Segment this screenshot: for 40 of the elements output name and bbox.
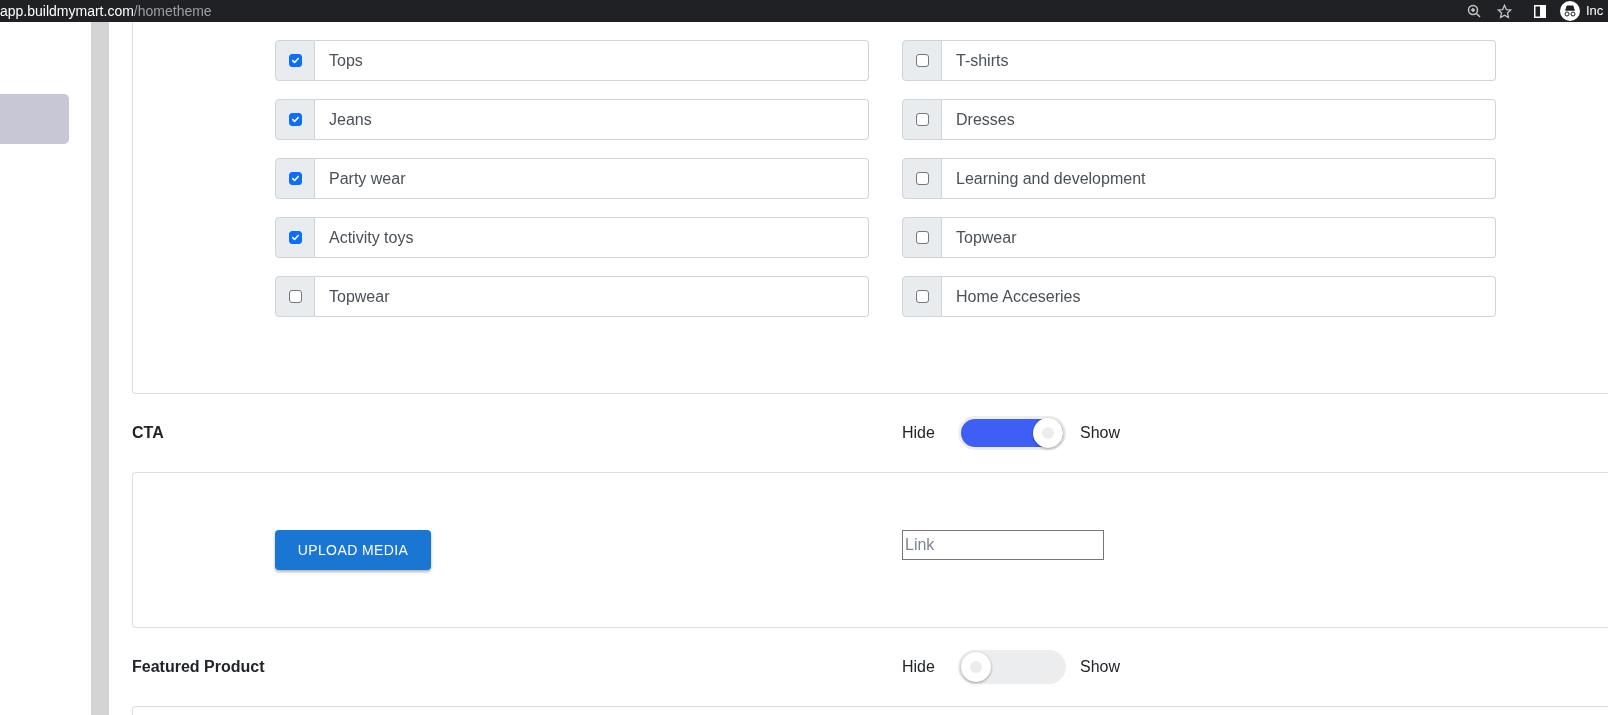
section-title: Featured Product [132,657,266,677]
category-field[interactable]: Jeans [315,99,869,140]
profile-label[interactable]: Inc [1586,1,1608,21]
zoom-icon[interactable] [1467,4,1481,18]
category-field[interactable]: Party wear [315,158,869,199]
toggle-switch[interactable] [958,416,1066,450]
link-field[interactable]: Link [902,530,1104,560]
checkbox[interactable] [288,290,302,303]
category-field[interactable]: Topwear [315,276,869,317]
check-icon [290,115,300,124]
incognito-avatar-icon[interactable] [1560,1,1580,21]
check-icon [290,174,300,183]
checkbox[interactable] [915,290,929,303]
checkbox[interactable] [915,172,929,185]
checkbox[interactable] [288,54,302,67]
side-panel-icon[interactable] [1534,4,1546,18]
check-icon [290,56,300,65]
category-field[interactable]: Tops [315,40,869,81]
hide-label: Hide [902,423,936,443]
checkbox[interactable] [288,172,302,185]
show-label: Show [1080,423,1121,443]
url-text[interactable]: app.buildmymart.com/hometheme [0,0,212,22]
show-label: Show [1080,657,1121,677]
checkbox[interactable] [288,113,302,126]
category-field[interactable]: Learning and development [942,158,1496,199]
checkbox[interactable] [288,231,302,244]
checkbox[interactable] [915,54,929,67]
checkbox[interactable] [915,113,929,126]
hide-label: Hide [902,657,936,677]
upload-media-button[interactable]: UPLOAD MEDIA [275,530,431,570]
toggle-switch[interactable] [958,650,1066,684]
check-icon [290,233,300,242]
category-field[interactable]: Dresses [942,99,1496,140]
category-field[interactable]: T-shirts [942,40,1496,81]
category-field[interactable]: Home Acceseries [942,276,1496,317]
category-field[interactable]: Activity toys [315,217,869,258]
star-icon[interactable] [1497,3,1512,19]
section-title: CTA [132,423,165,443]
category-field[interactable]: Topwear [942,217,1496,258]
checkbox[interactable] [915,231,929,244]
